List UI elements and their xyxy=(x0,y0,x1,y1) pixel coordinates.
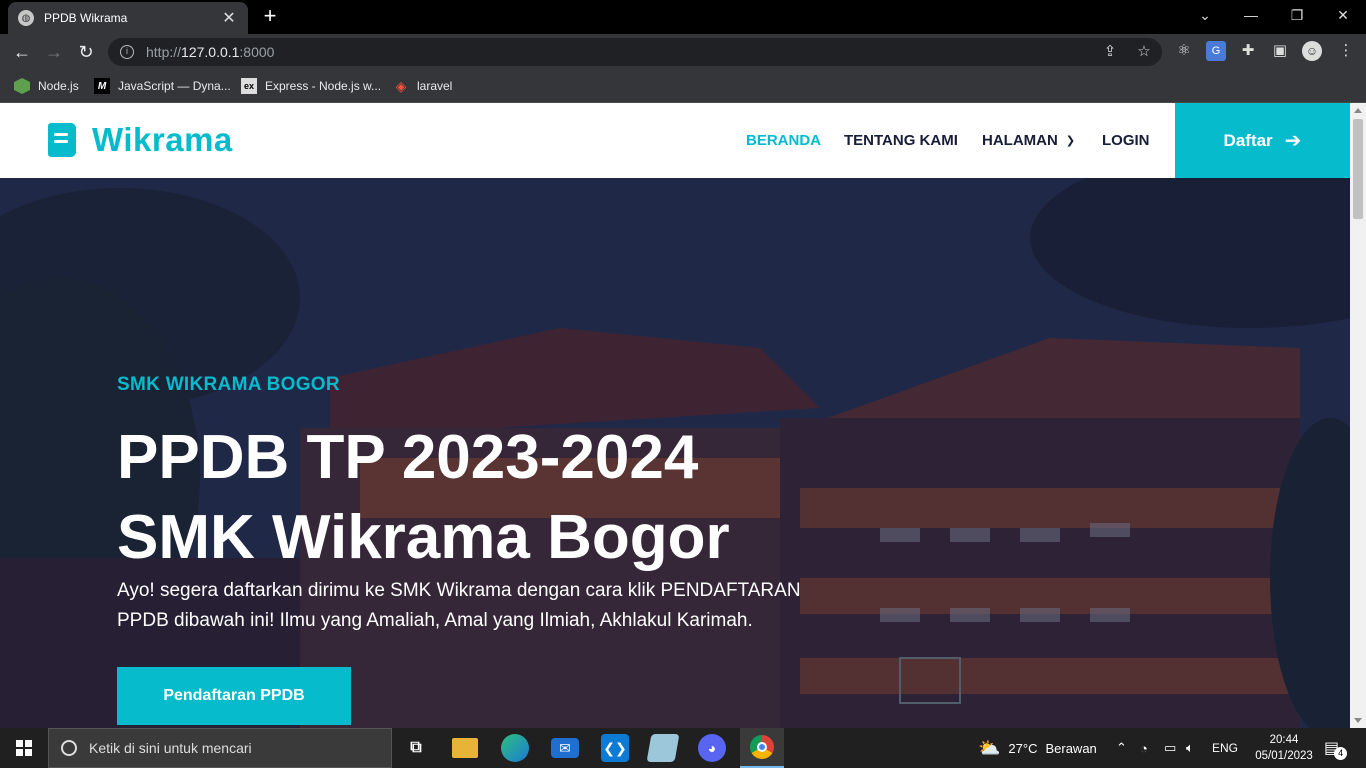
notification-center-icon[interactable]: ▤ 4 xyxy=(1324,728,1348,768)
clock-time: 20:44 xyxy=(1269,734,1299,746)
side-panel-icon[interactable]: ▣ xyxy=(1270,41,1290,61)
weather-temperature: 27°C xyxy=(1008,740,1038,756)
hero-subtitle: SMK WIKRAMA BOGOR xyxy=(117,374,340,395)
nav-login[interactable]: LOGIN xyxy=(1102,103,1150,178)
wifi-icon[interactable]: ◔ xyxy=(1140,728,1148,768)
chrome-taskbar-button[interactable] xyxy=(740,728,784,768)
share-icon[interactable]: ⇪ xyxy=(1100,42,1120,62)
tray-chevron-up-icon[interactable]: ⌃ xyxy=(1116,728,1127,768)
tab-search-chevron-icon[interactable]: ⌄ xyxy=(1182,0,1228,30)
forward-arrow-icon[interactable]: → xyxy=(42,40,66,64)
vscode-icon[interactable]: ❮❯ xyxy=(601,734,629,762)
windows-taskbar: Ketik di sini untuk mencari ⧉ ✉ ❮❯ ◕ ⛅ 2… xyxy=(0,728,1366,768)
language-indicator[interactable]: ENG xyxy=(1212,728,1238,768)
hero-section: SMK WIKRAMA BOGOR PPDB TP 2023-2024 SMK … xyxy=(0,178,1350,728)
chrome-icon xyxy=(750,735,774,759)
site-brand[interactable]: Wikrama xyxy=(48,121,233,159)
mail-icon[interactable]: ✉ xyxy=(551,738,579,758)
react-devtools-icon[interactable]: ⚛ xyxy=(1174,41,1194,61)
battery-icon[interactable]: ▭ xyxy=(1164,728,1176,768)
mdn-icon: M xyxy=(94,78,110,94)
extensions-puzzle-icon[interactable]: ✚ xyxy=(1238,41,1258,61)
hero-title-line1: PPDB TP 2023-2024 xyxy=(117,423,699,492)
start-button[interactable] xyxy=(0,728,48,768)
express-icon: ex xyxy=(241,78,257,94)
bookmark-label: JavaScript — Dyna... xyxy=(118,79,231,93)
profile-avatar-icon[interactable]: ☺ xyxy=(1302,41,1322,61)
search-icon xyxy=(61,740,77,756)
chevron-down-icon: ❯ xyxy=(1065,135,1076,147)
daftar-button[interactable]: Daftar ➔ xyxy=(1175,103,1350,178)
globe-icon: ◍ xyxy=(18,10,34,26)
new-tab-button[interactable]: + xyxy=(258,5,282,29)
bookmark-javascript[interactable]: M JavaScript — Dyna... xyxy=(94,76,231,96)
reload-icon[interactable]: ↻ xyxy=(74,40,98,64)
hero-description: Ayo! segera daftarkan dirimu ke SMK Wikr… xyxy=(117,580,801,631)
weather-widget[interactable]: ⛅ 27°C Berawan xyxy=(978,728,1097,768)
web-page: Wikrama BERANDA TENTANG KAMI HALAMAN ❯ L… xyxy=(0,103,1350,728)
book-icon xyxy=(48,123,76,157)
browser-tab[interactable]: ◍ PPDB Wikrama ✕ xyxy=(8,2,248,34)
scroll-up-icon[interactable] xyxy=(1354,108,1362,113)
weather-cloud-sun-icon: ⛅ xyxy=(978,737,1001,758)
weather-description: Berawan xyxy=(1045,740,1097,756)
bookmark-label: laravel xyxy=(417,79,453,93)
bookmarks-bar: Node.js M JavaScript — Dyna... ex Expres… xyxy=(0,70,1366,103)
bookmark-label: Node.js xyxy=(38,79,79,93)
search-placeholder: Ketik di sini untuk mencari xyxy=(89,740,252,756)
notification-count-badge: 4 xyxy=(1334,746,1348,760)
scroll-down-icon[interactable] xyxy=(1354,718,1362,723)
bookmark-laravel[interactable]: ◈ laravel xyxy=(393,76,453,96)
nav-tentang-kami[interactable]: TENTANG KAMI xyxy=(844,103,958,178)
back-arrow-icon[interactable]: ← xyxy=(10,40,34,64)
task-view-icon[interactable]: ⧉ xyxy=(402,734,430,762)
hero-title: PPDB TP 2023-2024 SMK Wikrama Bogor xyxy=(117,418,877,578)
edge-icon[interactable] xyxy=(501,734,529,762)
bookmark-nodejs[interactable]: Node.js xyxy=(14,76,79,96)
nodejs-icon xyxy=(14,78,30,94)
close-window-button[interactable]: ✕ xyxy=(1320,0,1366,30)
hero-title-line2: SMK Wikrama Bogor xyxy=(117,503,730,572)
clock-date: 05/01/2023 xyxy=(1255,750,1313,762)
site-navbar: Wikrama BERANDA TENTANG KAMI HALAMAN ❯ L… xyxy=(0,103,1350,178)
arrow-right-icon: ➔ xyxy=(1284,130,1302,152)
file-explorer-icon[interactable] xyxy=(452,738,478,758)
taskbar-search[interactable]: Ketik di sini untuk mencari xyxy=(48,728,392,768)
system-clock[interactable]: 20:44 05/01/2023 xyxy=(1254,732,1314,764)
bookmark-label: Express - Node.js w... xyxy=(265,79,382,93)
daftar-label: Daftar xyxy=(1223,130,1273,150)
nav-halaman-label: HALAMAN xyxy=(982,132,1058,149)
nav-beranda[interactable]: BERANDA xyxy=(746,103,821,178)
translate-icon[interactable]: G xyxy=(1206,41,1226,61)
tab-close-icon[interactable]: ✕ xyxy=(220,8,238,28)
page-scrollbar[interactable] xyxy=(1350,103,1366,728)
windows-logo-icon xyxy=(16,740,32,756)
site-info-icon[interactable]: i xyxy=(120,45,134,59)
volume-muted-icon[interactable]: 🔈︎ xyxy=(1186,728,1194,768)
bookmark-express[interactable]: ex Express - Node.js w... xyxy=(241,76,381,96)
nav-halaman[interactable]: HALAMAN ❯ xyxy=(982,103,1075,178)
pendaftaran-ppdb-button[interactable]: Pendaftaran PPDB xyxy=(117,667,351,725)
laravel-icon: ◈ xyxy=(395,77,407,94)
tab-title: PPDB Wikrama xyxy=(44,11,128,25)
menu-kebab-icon[interactable]: ⋮ xyxy=(1336,41,1356,61)
notepad-icon[interactable] xyxy=(646,734,680,762)
restore-button[interactable]: ❐ xyxy=(1274,0,1320,30)
discord-icon[interactable]: ◕ xyxy=(698,734,726,762)
bookmark-star-icon[interactable]: ☆ xyxy=(1134,42,1154,62)
scrollbar-thumb[interactable] xyxy=(1353,119,1363,219)
browser-tabbar: ◍ PPDB Wikrama ✕ + ⌄ — ❐ ✕ xyxy=(0,0,1366,34)
url-text[interactable]: http://127.0.0.1:8000 xyxy=(146,44,274,60)
brand-name: Wikrama xyxy=(92,121,233,158)
address-bar[interactable]: i http://127.0.0.1:8000 ⇪ ☆ xyxy=(108,38,1162,66)
browser-toolbar: ← → ↻ i http://127.0.0.1:8000 ⇪ ☆ xyxy=(0,34,1366,70)
minimize-button[interactable]: — xyxy=(1228,0,1274,30)
